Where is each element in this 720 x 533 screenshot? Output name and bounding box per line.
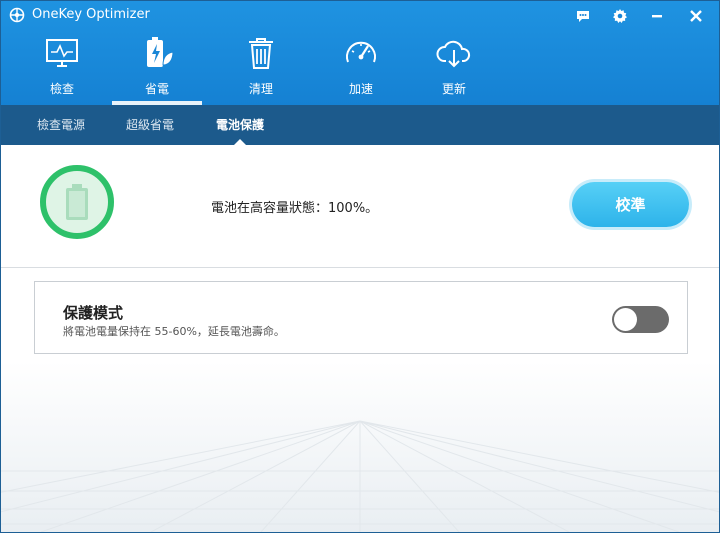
app-title: OneKey Optimizer	[32, 7, 150, 22]
nav-label: 清理	[248, 82, 273, 96]
battery-leaf-icon	[147, 37, 174, 67]
nav-label: 省電	[144, 82, 169, 96]
subtab-super-save[interactable]: 超級省電	[126, 105, 174, 145]
title-bar: OneKey Optimizer	[1, 1, 719, 31]
protection-mode-title: 保護模式	[63, 304, 124, 322]
trash-icon	[249, 38, 273, 69]
feedback-button[interactable]	[572, 5, 594, 27]
sub-nav: 檢查電源 超級省電 電池保護	[1, 105, 719, 146]
settings-button[interactable]	[609, 5, 631, 27]
close-button[interactable]	[685, 5, 707, 27]
nav-item-clean[interactable]: 清理	[216, 31, 306, 103]
nav-item-check[interactable]: 檢查	[17, 31, 107, 103]
monitor-icon	[46, 39, 78, 67]
close-icon	[690, 10, 702, 22]
nav-item-update[interactable]: 更新	[409, 31, 499, 103]
nav-item-speed-up[interactable]: 加速	[316, 31, 406, 103]
minimize-icon	[652, 15, 662, 18]
minimize-button[interactable]	[646, 5, 668, 27]
nav-item-power-save[interactable]: 省電	[112, 31, 202, 105]
cloud-download-icon	[436, 40, 471, 68]
battery-icon	[66, 184, 88, 220]
nav-label: 檢查	[49, 82, 74, 96]
subtab-check-power[interactable]: 檢查電源	[37, 105, 85, 145]
protection-mode-toggle[interactable]	[612, 306, 669, 333]
battery-status-panel: 電池在高容量狀態：100%。 校準	[1, 145, 719, 268]
app-window: OneKey Optimizer 檢查 省電 清理 加速 更新 檢查電源 超級省…	[0, 0, 720, 533]
feedback-icon	[577, 11, 589, 22]
nav-label: 更新	[441, 82, 466, 96]
nav-label: 加速	[348, 82, 373, 96]
decorative-floor-grid	[1, 361, 719, 532]
speedometer-icon	[346, 41, 376, 63]
toggle-knob	[614, 308, 637, 331]
protection-mode-card: 保護模式 將電池電量保持在 55-60%，延長電池壽命。	[34, 281, 688, 354]
settings-icon	[613, 9, 627, 23]
header: OneKey Optimizer 檢查 省電 清理 加速 更新	[1, 1, 719, 105]
app-logo-icon	[9, 7, 25, 23]
battery-status-ring	[40, 165, 114, 239]
battery-status-text: 電池在高容量狀態：100%。	[211, 201, 379, 216]
calibrate-button[interactable]: 校準	[572, 182, 689, 227]
protection-mode-description: 將電池電量保持在 55-60%，延長電池壽命。	[63, 325, 285, 338]
main-nav: 檢查 省電 清理 加速 更新	[1, 31, 719, 105]
